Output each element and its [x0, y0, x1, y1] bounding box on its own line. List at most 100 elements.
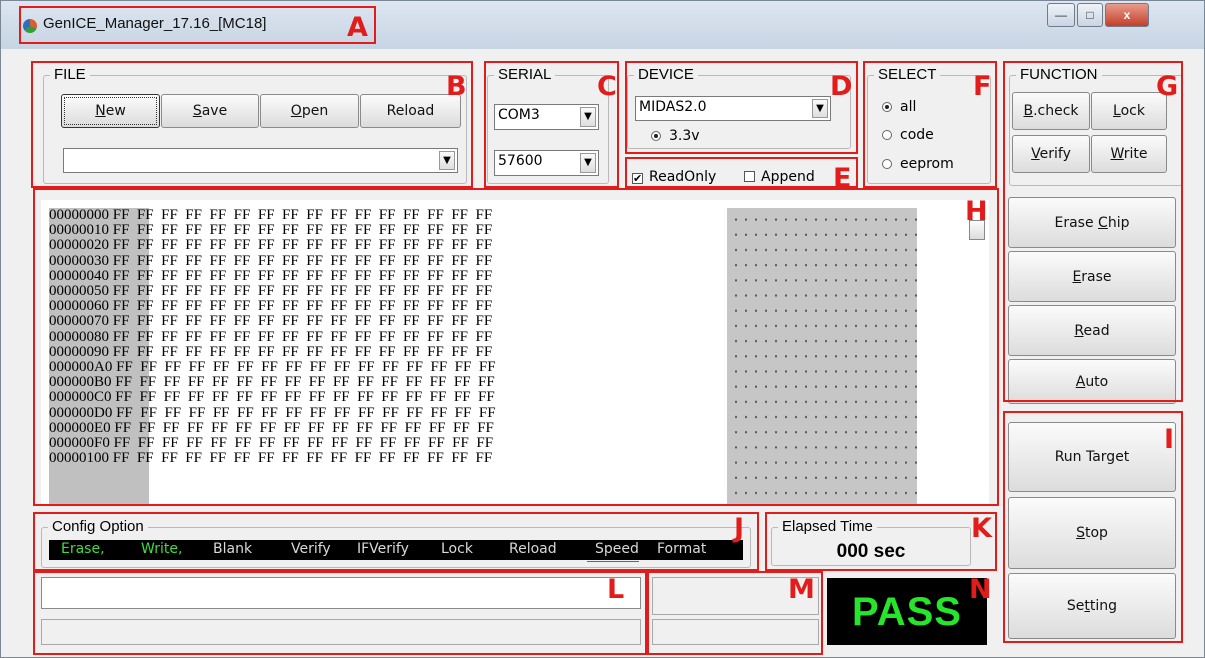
append-checkbox[interactable]: Append [744, 169, 815, 185]
config-option-bar: Erase, Write, Blank Verify IFVerify Lock Reloa… [49, 540, 743, 560]
annotation-label-f: F [973, 71, 992, 102]
hex-bytes: FF FF FF FF FF FF FF FF FF FF FF FF FF F… [109, 435, 494, 452]
serial-port-combo[interactable]: COM3 ▼ [494, 104, 599, 130]
save-button[interactable]: Save [161, 94, 259, 128]
device-legend: DEVICE [638, 66, 694, 83]
hex-bytes: FF FF FF FF FF FF FF FF FF FF FF FF FF F… [109, 450, 493, 467]
hex-address: 00000060 [49, 298, 109, 315]
message-input[interactable] [41, 577, 641, 609]
radio-selected-icon [882, 102, 892, 112]
elapsed-time-value: 000 sec [836, 541, 906, 562]
hex-row: 00000030 FF FF FF FF FF FF FF FF FF FF F… [49, 252, 496, 269]
hex-address: 000000F0 [49, 435, 110, 452]
open-button[interactable]: Open [260, 94, 359, 128]
write-button[interactable]: Write [1091, 135, 1167, 173]
hex-bytes: FF FF FF FF FF FF FF FF FF FF FF FF FF F… [109, 313, 493, 330]
setting-button[interactable]: Setting [1008, 573, 1176, 639]
chevron-down-icon[interactable]: ▼ [580, 107, 596, 127]
chevron-down-icon[interactable]: ▼ [812, 99, 828, 118]
radio-selected-icon [651, 131, 661, 141]
select-code-radio[interactable]: code [882, 127, 934, 143]
hex-row: 00000020 FF FF FF FF FF FF FF FF FF FF F… [49, 238, 496, 253]
auto-button[interactable]: Auto [1008, 359, 1176, 404]
select-all-radio[interactable]: all [882, 99, 916, 115]
hex-row: 00000070 FF FF FF FF FF FF FF FF FF FF F… [49, 314, 496, 329]
hex-address: 00000030 [49, 252, 109, 269]
file-path-combo[interactable]: ▼ [63, 148, 458, 173]
hex-row: 00000060 FF FF FF FF FF FF FF FF FF FF F… [49, 299, 496, 314]
erase-button[interactable]: Erase [1008, 251, 1176, 302]
annotation-label-d: D [830, 71, 853, 102]
hex-row: 00000050 FF FF FF FF FF FF FF FF FF FF F… [49, 283, 496, 300]
hex-address: 000000B0 [49, 374, 112, 391]
hex-bytes: FF FF FF FF FF FF FF FF FF FF FF FF FF F… [109, 267, 493, 284]
empty-checkbox-icon [744, 171, 755, 182]
hex-address: 00000080 [49, 328, 109, 345]
annotation-label-b: B [446, 71, 467, 102]
select-all-label: all [900, 99, 917, 115]
title-bar: GenICE_Manager_17.16_[MC18] — □ x [1, 1, 1204, 49]
hex-bytes: FF FF FF FF FF FF FF FF FF FF FF FF FF F… [112, 359, 496, 376]
config-option-item: IFVerify [357, 541, 409, 557]
file-legend: FILE [54, 66, 86, 83]
config-option-item: Reload [509, 541, 557, 557]
baud-rate-value: 57600 [498, 153, 543, 169]
hex-address: 00000100 [49, 450, 109, 467]
hex-bytes: FF FF FF FF FF FF FF FF FF FF FF FF FF F… [109, 343, 493, 360]
run-target-button[interactable]: Run Target [1008, 422, 1176, 492]
hex-bytes: FF FF FF FF FF FF FF FF FF FF FF FF FF F… [109, 252, 493, 269]
hex-address: 00000010 [49, 222, 109, 239]
hex-address: 00000000 [49, 207, 109, 223]
chevron-down-icon[interactable]: ▼ [580, 153, 596, 173]
chevron-down-icon[interactable]: ▼ [439, 151, 455, 170]
hex-dump-view[interactable]: 00000000 FF FF FF FF FF FF FF FF FF FF F… [41, 200, 989, 505]
device-combo[interactable]: MIDAS2.0 ▼ [635, 96, 831, 121]
voltage-radio[interactable]: 3.3v [651, 128, 700, 144]
minimize-button[interactable]: — [1047, 3, 1075, 27]
annotation-label-c: C [597, 71, 617, 102]
voltage-label: 3.3v [669, 128, 700, 144]
blank-check-button[interactable]: B.check [1012, 92, 1090, 130]
elapsed-time-legend: Elapsed Time [782, 518, 873, 535]
app-logo-icon [23, 19, 37, 33]
hex-address: 00000050 [49, 283, 109, 300]
hex-bytes: FF FF FF FF FF FF FF FF FF FF FF FF FF F… [112, 404, 496, 421]
hex-row: 00000010 FF FF FF FF FF FF FF FF FF FF F… [49, 223, 496, 238]
new-button[interactable]: New [61, 94, 160, 128]
progress-bar [41, 619, 641, 645]
readonly-checkbox[interactable]: ✔ ReadOnly [632, 169, 716, 185]
verify-button[interactable]: Verify [1012, 135, 1090, 173]
hex-address: 00000020 [49, 237, 109, 254]
hex-address: 000000A0 [49, 359, 113, 376]
config-option-item: Write, [141, 541, 183, 557]
result-indicator: PASS [827, 578, 987, 645]
serial-port-value: COM3 [498, 107, 540, 123]
annotation-label-j: J [734, 513, 745, 544]
annotation-label-e: E [833, 163, 852, 194]
config-option-item: Verify [291, 541, 331, 557]
maximize-button[interactable]: □ [1077, 3, 1103, 27]
config-option-item: Speed [595, 541, 639, 557]
erase-chip-button[interactable]: Erase Chip [1008, 197, 1176, 248]
baud-rate-combo[interactable]: 57600 ▼ [494, 150, 599, 176]
annotation-label-m: M [788, 574, 815, 605]
annotation-label-l: L [607, 574, 625, 605]
hex-row: 000000C0 FF FF FF FF FF FF FF FF FF FF F… [49, 390, 496, 405]
hex-bytes: FF FF FF FF FF FF FF FF FF FF FF FF FF F… [109, 283, 493, 300]
read-button[interactable]: Read [1008, 305, 1176, 356]
hex-row: 00000080 FF FF FF FF FF FF FF FF FF FF F… [49, 328, 496, 345]
hex-bytes: FF FF FF FF FF FF FF FF FF FF FF FF FF F… [110, 419, 494, 436]
hex-address: 00000070 [49, 313, 109, 330]
close-button[interactable]: x [1105, 3, 1149, 27]
stop-button[interactable]: Stop [1008, 497, 1176, 569]
select-eeprom-radio[interactable]: eeprom [882, 156, 954, 172]
serial-legend: SERIAL [498, 66, 552, 83]
append-label: Append [761, 169, 815, 185]
hex-bytes: FF FF FF FF FF FF FF FF FF FF FF FF FF F… [111, 389, 495, 406]
hex-row: 00000100 FF FF FF FF FF FF FF FF FF FF F… [49, 451, 496, 466]
annotation-label-g: G [1156, 71, 1179, 102]
hex-bytes: FF FF FF FF FF FF FF FF FF FF FF FF FF F… [109, 328, 493, 345]
annotation-label-a: A [347, 12, 368, 43]
device-value: MIDAS2.0 [639, 99, 707, 115]
hex-address: 00000040 [49, 267, 109, 284]
